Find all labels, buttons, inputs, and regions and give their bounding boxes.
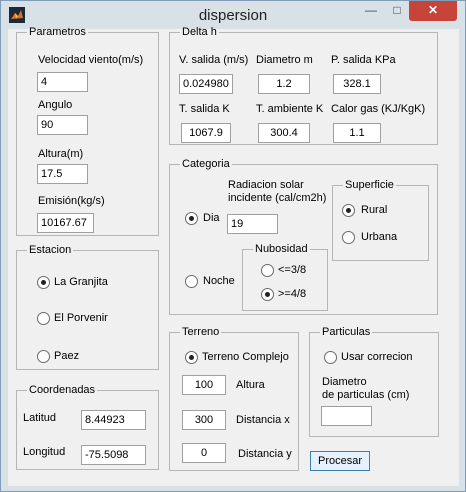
superficie-legend: Superficie [345,179,394,191]
radiacion-label-line1: Radiacion solar [228,179,304,191]
nubosidad-low-radio[interactable] [261,264,274,277]
v-salida-field[interactable]: 0.024980 [179,74,233,94]
nubosidad-high-label: >=4/8 [278,288,307,300]
t-salida-field[interactable]: 1067.9 [181,123,231,143]
maximize-button[interactable]: □ [385,1,409,21]
rural-radio[interactable] [342,204,355,217]
distancia-x-label: Distancia x [236,414,290,426]
emision-label: Emisión(kg/s) [38,195,105,207]
diametro-particulas-field[interactable] [321,406,372,426]
categoria-legend: Categoria [182,158,230,170]
estacion-paez-label: Paez [54,350,80,362]
terreno-complejo-radio[interactable] [185,351,198,364]
close-button[interactable]: ✕ [409,1,457,21]
p-salida-label: P. salida KPa [331,54,396,66]
latitud-field[interactable]: 8.44923 [81,410,146,430]
v-salida-label: V. salida (m/s) [179,54,249,66]
parametros-group: Parametros Velocidad viento(m/s) 4 Angul… [16,26,159,236]
dia-label: Dia [203,212,220,224]
radiacion-field[interactable]: 19 [227,214,278,234]
velocidad-field[interactable]: 4 [37,72,88,92]
rural-label: Rural [361,204,388,216]
noche-radio[interactable] [185,275,198,288]
longitud-field[interactable]: -75.5098 [81,445,146,465]
longitud-label: Longitud [23,446,66,458]
distancia-x-field[interactable]: 300 [182,410,226,430]
usar-correcion-label: Usar correcion [341,351,413,363]
p-salida-field[interactable]: 328.1 [333,74,381,94]
urbana-label: Urbana [361,231,398,243]
emision-field[interactable]: 10167.67 [37,213,94,233]
t-ambiente-field[interactable]: 300.4 [258,123,310,143]
delta-h-group: Delta h V. salida (m/s) 0.024980 Diametr… [169,26,438,145]
calor-field[interactable]: 1.1 [333,123,381,143]
estacion-la-granjita-label: La Granjita [54,276,108,288]
radiacion-label-line2: incidente (cal/cm2h) [228,192,327,204]
usar-correcion-radio[interactable] [324,351,337,364]
superficie-group: Superficie Rural Urbana [332,179,429,261]
estacion-group: Estacion La Granjita El Porvenir Paez [16,244,159,370]
diametro-label: Diametro m [256,54,313,66]
estacion-el-porvenir-radio[interactable] [37,312,50,325]
diametro-particulas-label-line2: de particulas (cm) [322,389,410,401]
distancia-y-field[interactable]: 0 [182,443,226,463]
terreno-altura-label: Altura [236,379,265,391]
urbana-radio[interactable] [342,231,355,244]
coordenadas-group: Coordenadas Latitud 8.44923 Longitud -75… [16,384,159,470]
nubosidad-low-label: <=3/8 [278,264,307,276]
estacion-legend: Estacion [29,244,72,256]
noche-label: Noche [203,275,235,287]
form-client-area: Parametros Velocidad viento(m/s) 4 Angul… [8,26,459,486]
nubosidad-legend: Nubosidad [255,243,308,255]
estacion-paez-radio[interactable] [37,350,50,363]
title-bar[interactable]: dispersion — □ ✕ [1,1,465,29]
angulo-label: Angulo [38,99,73,111]
categoria-group: Categoria Dia Radiacion solar incidente … [169,158,438,315]
distancia-y-label: Distancia y [238,448,292,460]
latitud-label: Latitud [23,412,57,424]
estacion-la-granjita-radio[interactable] [37,276,50,289]
t-salida-label: T. salida K [179,103,230,115]
velocidad-label: Velocidad viento(m/s) [38,54,144,66]
particulas-legend: Particulas [322,326,371,338]
particulas-group: Particulas Usar correcion Diametro de pa… [309,326,439,437]
terreno-legend: Terreno [182,326,220,338]
diametro-field[interactable]: 1.2 [258,74,310,94]
nubosidad-group: Nubosidad <=3/8 >=4/8 [242,243,328,311]
altura-field[interactable]: 17.5 [37,164,88,184]
calor-label: Calor gas (KJ/KgK) [331,103,426,115]
delta-h-legend: Delta h [182,26,217,38]
parametros-legend: Parametros [29,26,86,38]
terreno-altura-field[interactable]: 100 [182,375,226,395]
terreno-complejo-label: Terreno Complejo [202,351,289,363]
t-ambiente-label: T. ambiente K [256,103,324,115]
coordenadas-legend: Coordenadas [29,384,96,396]
altura-label: Altura(m) [38,148,84,160]
nubosidad-high-radio[interactable] [261,288,274,301]
minimize-button[interactable]: — [359,1,383,21]
estacion-el-porvenir-label: El Porvenir [54,312,108,324]
angulo-field[interactable]: 90 [37,115,88,135]
diametro-particulas-label-line1: Diametro [322,376,367,388]
terreno-group: Terreno Terreno Complejo 100 Altura 300 … [169,326,299,471]
procesar-button[interactable]: Procesar [310,451,370,471]
dispersion-window: dispersion — □ ✕ Parametros Velocidad vi… [0,0,466,492]
dia-radio[interactable] [185,212,198,225]
